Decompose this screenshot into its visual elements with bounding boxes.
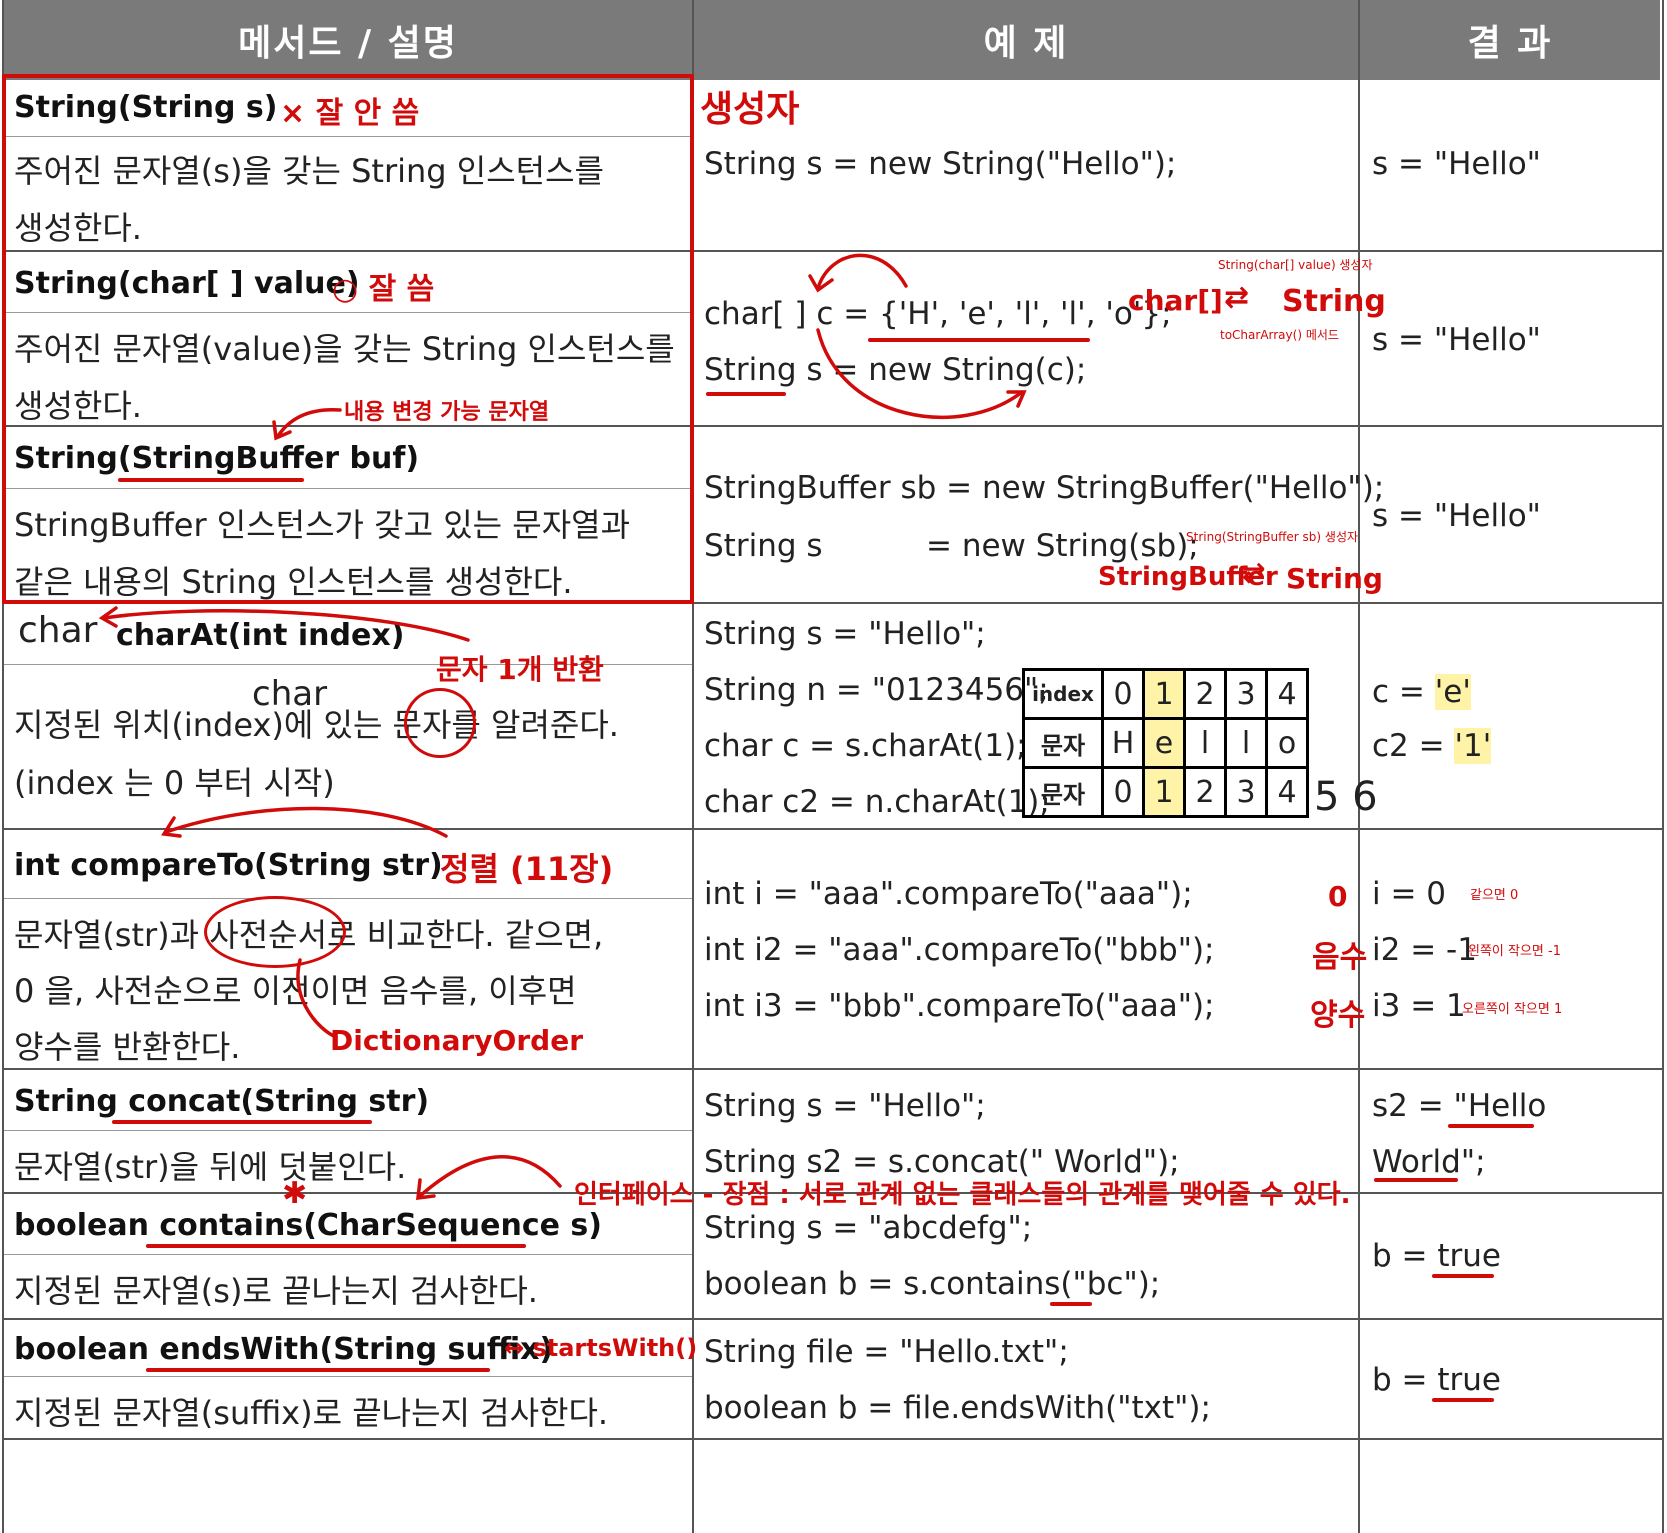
arrow-curve bbox=[418, 1155, 562, 1198]
arrow-curve bbox=[816, 328, 1024, 420]
arrow-curve bbox=[164, 806, 448, 838]
arrow-curve bbox=[102, 609, 470, 642]
arrow-curve bbox=[816, 253, 908, 290]
annotation-arrows bbox=[98, 253, 1027, 1201]
arrow-curve bbox=[296, 958, 336, 1038]
